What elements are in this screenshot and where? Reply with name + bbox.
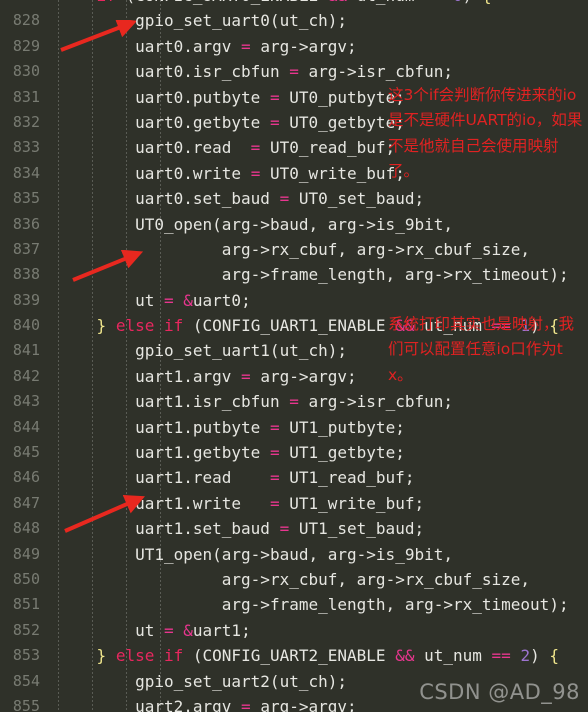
code-line[interactable]: 829 uart0.argv = arg->argv; [0, 34, 588, 59]
code-line[interactable]: 846 uart1.read = UT1_read_buf; [0, 465, 588, 490]
line-number: 845 [12, 443, 40, 462]
code-line-text[interactable]: uart0.write = UT0_write_buf; [40, 161, 405, 186]
line-number: 834 [12, 163, 40, 182]
line-number: 839 [12, 290, 40, 309]
line-number: 833 [12, 138, 40, 157]
code-line-text[interactable]: uart1.argv = arg->argv; [40, 364, 357, 389]
code-line[interactable]: 851 arg->frame_length, arg->rx_timeout); [0, 592, 588, 617]
line-number: 842 [12, 366, 40, 385]
line-number: 830 [12, 62, 40, 81]
code-line[interactable]: 853 } else if (CONFIG_UART2_ENABLE && ut… [0, 643, 588, 668]
code-line-text[interactable]: uart0.set_baud = UT0_set_baud; [40, 186, 424, 211]
code-line-text[interactable]: ut = &uart1; [40, 618, 251, 643]
line-number: 843 [12, 392, 40, 411]
code-line-text[interactable]: uart1.isr_cbfun = arg->isr_cbfun; [40, 389, 453, 414]
code-line-text[interactable]: arg->rx_cbuf, arg->rx_cbuf_size, [40, 237, 530, 262]
code-line-text[interactable]: uart0.isr_cbfun = arg->isr_cbfun; [40, 59, 453, 84]
line-number: 852 [12, 620, 40, 639]
code-line-text[interactable]: gpio_set_uart1(ut_ch); [40, 338, 347, 363]
line-number: 831 [12, 87, 40, 106]
code-line[interactable]: 838 arg->frame_length, arg->rx_timeout); [0, 262, 588, 287]
code-line-text[interactable]: ut = &uart0; [40, 288, 251, 313]
code-line-text[interactable]: arg->frame_length, arg->rx_timeout); [40, 262, 569, 287]
code-line-text[interactable]: uart1.write = UT1_write_buf; [40, 491, 424, 516]
line-number: 840 [12, 316, 40, 335]
code-line-text[interactable]: uart1.getbyte = UT1_getbyte; [40, 440, 405, 465]
code-line[interactable]: 845 uart1.getbyte = UT1_getbyte; [0, 440, 588, 465]
code-line[interactable]: 843 uart1.isr_cbfun = arg->isr_cbfun; [0, 389, 588, 414]
line-number: 847 [12, 493, 40, 512]
code-line[interactable]: 847 uart1.write = UT1_write_buf; [0, 491, 588, 516]
line-number: 849 [12, 544, 40, 563]
code-line[interactable]: 830 uart0.isr_cbfun = arg->isr_cbfun; [0, 59, 588, 84]
code-line-text[interactable]: } else if (CONFIG_UART2_ENABLE && ut_num… [40, 643, 559, 668]
code-line[interactable]: 849 UT1_open(arg->baud, arg->is_9bit, [0, 542, 588, 567]
code-line-text[interactable]: uart1.set_baud = UT1_set_baud; [40, 516, 424, 541]
line-number: 844 [12, 417, 40, 436]
code-line[interactable]: 828 gpio_set_uart0(ut_ch); [0, 8, 588, 33]
code-line-text[interactable]: uart0.read = UT0_read_buf; [40, 135, 395, 160]
code-editor-pane[interactable]: 827 if (CONFIG_UART0_ENABLE && ut_num ==… [0, 0, 588, 712]
code-line-text[interactable]: uart1.read = UT1_read_buf; [40, 465, 414, 490]
code-line-text[interactable]: if (CONFIG_UART0_ENABLE && ut_num == 0) … [40, 0, 492, 8]
code-line[interactable]: 848 uart1.set_baud = UT1_set_baud; [0, 516, 588, 541]
line-number: 837 [12, 239, 40, 258]
line-number: 835 [12, 189, 40, 208]
line-number: 855 [12, 696, 40, 712]
code-line-text[interactable]: uart0.getbyte = UT0_getbyte; [40, 110, 405, 135]
line-number: 841 [12, 341, 40, 360]
line-number: 827 [0, 0, 40, 8]
code-line-text[interactable]: uart0.putbyte = UT0_putbyte; [40, 85, 405, 110]
code-line[interactable]: 836 UT0_open(arg->baud, arg->is_9bit, [0, 212, 588, 237]
line-number: 838 [12, 265, 40, 284]
code-line-text[interactable]: UT0_open(arg->baud, arg->is_9bit, [40, 212, 453, 237]
annotation-print-mapping: 系统打印其实也是映射，我们可以配置任意io口作为tx。 [388, 315, 575, 384]
code-line-text[interactable]: arg->frame_length, arg->rx_timeout); [40, 592, 569, 617]
code-line-text[interactable]: uart2.argv = arg->argv; [40, 694, 357, 712]
code-line[interactable]: 844 uart1.putbyte = UT1_putbyte; [0, 415, 588, 440]
code-line-text[interactable]: gpio_set_uart0(ut_ch); [40, 8, 347, 33]
code-line[interactable]: 850 arg->rx_cbuf, arg->rx_cbuf_size, [0, 567, 588, 592]
line-number: 832 [12, 112, 40, 131]
code-line-text[interactable]: gpio_set_uart2(ut_ch); [40, 669, 347, 694]
code-line[interactable]: 835 uart0.set_baud = UT0_set_baud; [0, 186, 588, 211]
code-line-text[interactable]: arg->rx_cbuf, arg->rx_cbuf_size, [40, 567, 530, 592]
line-number: 848 [12, 519, 40, 538]
annotation-uart-io-check: 这3个if会判断你传进来的io是不是硬件UART的io，如果不是他就自己会使用映… [388, 86, 583, 181]
code-line-text[interactable]: uart0.argv = arg->argv; [40, 34, 357, 59]
line-number: 836 [12, 214, 40, 233]
line-number: 829 [12, 36, 40, 55]
code-line[interactable]: 839 ut = &uart0; [0, 288, 588, 313]
line-number: 828 [12, 11, 40, 30]
line-number: 850 [12, 569, 40, 588]
code-line[interactable]: 837 arg->rx_cbuf, arg->rx_cbuf_size, [0, 237, 588, 262]
line-number: 846 [12, 468, 40, 487]
csdn-watermark: CSDN @AD_98 [419, 680, 580, 704]
line-number: 853 [12, 646, 40, 665]
code-line-text[interactable]: UT1_open(arg->baud, arg->is_9bit, [40, 542, 453, 567]
code-line[interactable]: 827 if (CONFIG_UART0_ENABLE && ut_num ==… [0, 0, 588, 8]
code-line[interactable]: 852 ut = &uart1; [0, 618, 588, 643]
code-line-text[interactable]: uart1.putbyte = UT1_putbyte; [40, 415, 405, 440]
line-number: 851 [12, 595, 40, 614]
line-number: 854 [12, 671, 40, 690]
